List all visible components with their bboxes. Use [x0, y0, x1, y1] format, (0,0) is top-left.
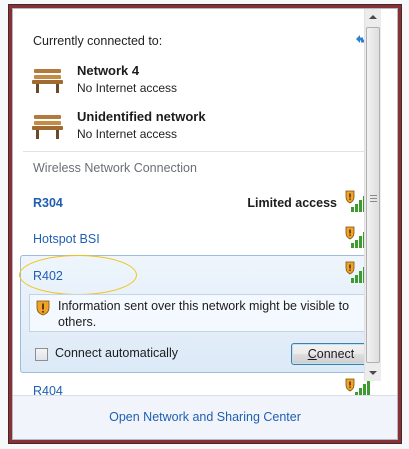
thumb-grip-icon: [370, 192, 377, 202]
connect-button[interactable]: Connect: [291, 343, 371, 365]
bench-network-icon: [31, 112, 64, 140]
section-divider: [23, 151, 379, 152]
connect-automatically-checkbox[interactable]: [35, 348, 48, 361]
network-list[interactable]: Currently connected to: Network 4 No Int…: [13, 9, 381, 400]
network-name: Hotspot BSI: [33, 232, 100, 246]
wireless-section-header[interactable]: Wireless Network Connection: [23, 158, 379, 180]
security-warning: Information sent over this network might…: [29, 294, 372, 332]
flyout-footer: Open Network and Sharing Center: [13, 395, 397, 439]
warning-text: Information sent over this network might…: [58, 299, 350, 329]
network-item-hotspot-bsi[interactable]: Hotspot BSI: [23, 225, 379, 253]
scroll-down-arrow-icon[interactable]: [365, 365, 381, 381]
connected-network-status: No Internet access: [77, 127, 178, 141]
connected-network-1: Network 4 No Internet access: [31, 63, 361, 103]
connected-network-name: Network 4: [77, 63, 140, 78]
connect-automatically-label[interactable]: Connect automatically: [55, 346, 178, 360]
vertical-scrollbar[interactable]: [364, 9, 381, 381]
connected-network-name: Unidentified network: [77, 109, 206, 124]
network-item-r304[interactable]: R304 Limited access: [23, 189, 379, 217]
open-network-sharing-center-link[interactable]: Open Network and Sharing Center: [13, 410, 397, 424]
network-name: R304: [33, 196, 63, 210]
network-access-status: Limited access: [247, 196, 337, 210]
header-label: Currently connected to:: [33, 34, 163, 48]
highlight-annotation: [19, 255, 137, 295]
network-flyout: Currently connected to: Network 4 No Int…: [12, 8, 398, 440]
warning-shield-icon: [36, 300, 50, 316]
scrollbar-thumb[interactable]: [366, 27, 380, 363]
connected-network-status: No Internet access: [77, 81, 178, 95]
window-frame: Currently connected to: Network 4 No Int…: [8, 4, 402, 444]
section-label: Wireless Network Connection: [33, 161, 197, 175]
bench-network-icon: [31, 66, 64, 94]
header-row: Currently connected to:: [33, 32, 373, 50]
connected-network-2: Unidentified network No Internet access: [31, 109, 361, 149]
network-item-r402-selected[interactable]: R402 Information sent over this network …: [19, 255, 380, 373]
scroll-up-arrow-icon[interactable]: [365, 9, 381, 25]
